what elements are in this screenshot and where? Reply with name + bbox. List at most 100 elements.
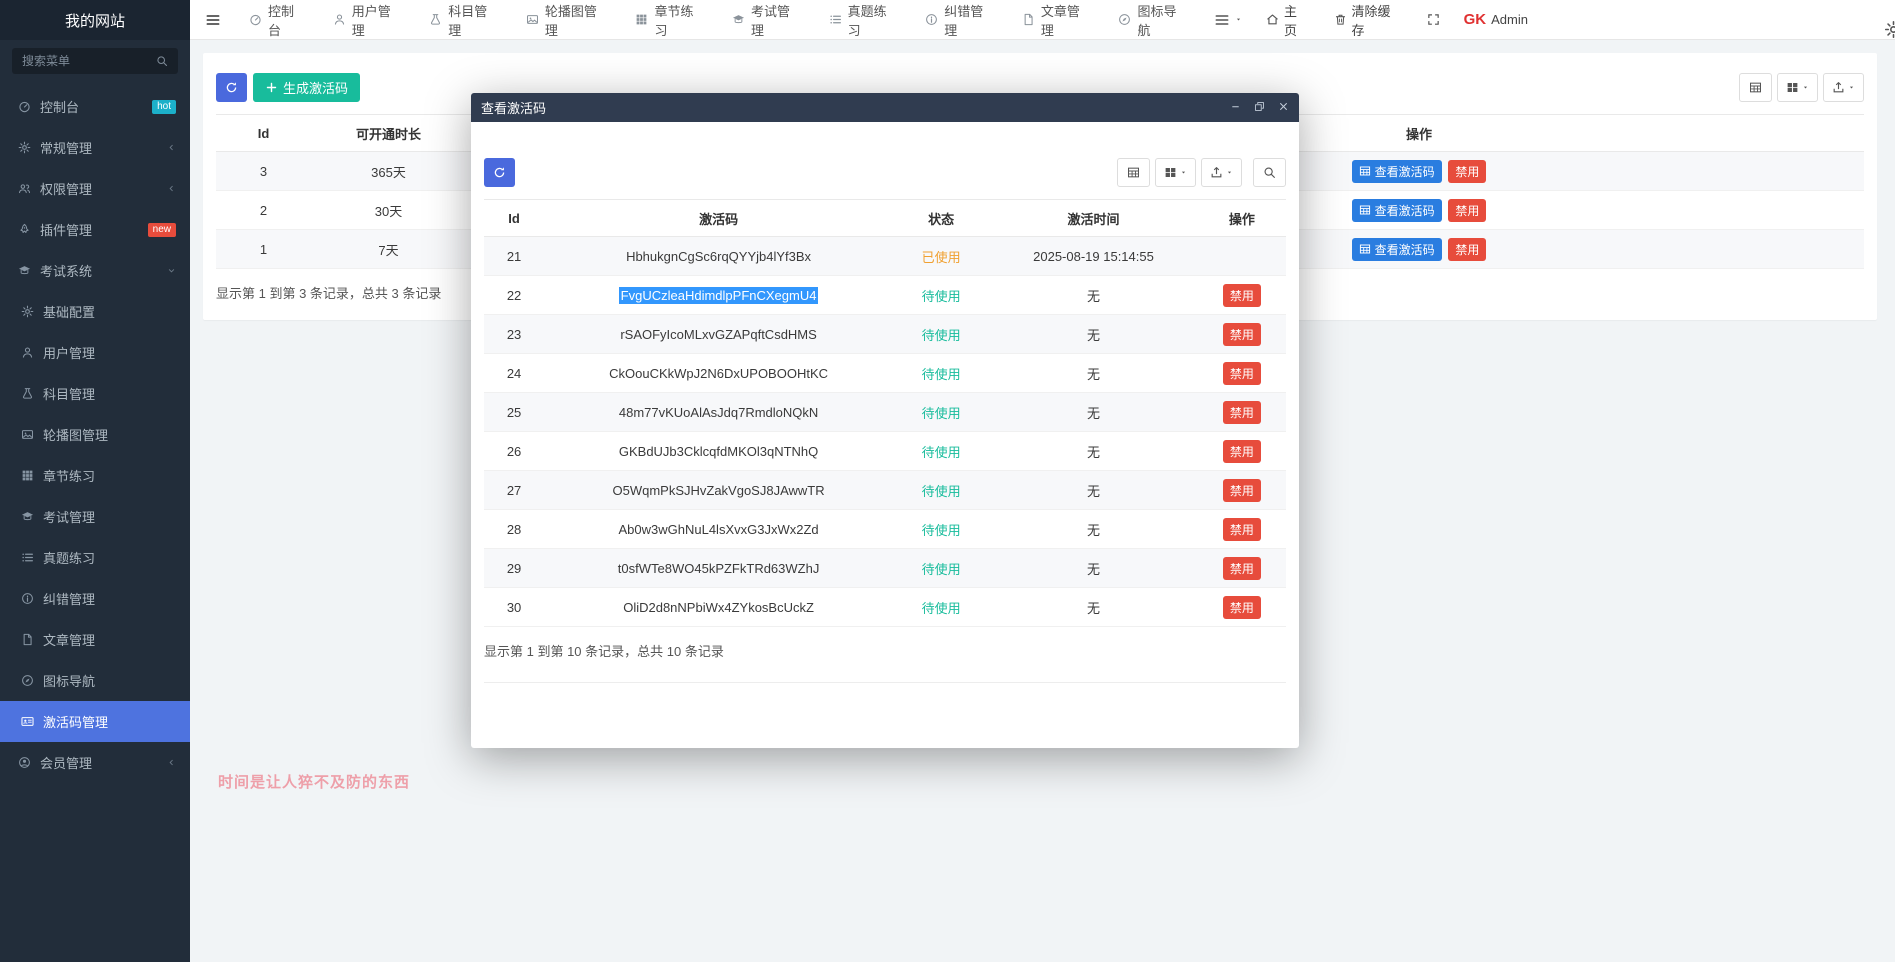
file-icon bbox=[1022, 13, 1035, 26]
sidebar-item[interactable]: 用户管理 bbox=[0, 332, 190, 373]
code-row[interactable]: 25 48m77vKUoAlAsJdq7RmdloNQkN 待使用 无 禁用 bbox=[484, 393, 1286, 432]
sidebar-item[interactable]: 文章管理 bbox=[0, 619, 190, 660]
disable-button[interactable]: 禁用 bbox=[1223, 284, 1261, 307]
sidebar-item[interactable]: 插件管理 new bbox=[0, 209, 190, 250]
sidebar-item[interactable]: 章节练习 bbox=[0, 455, 190, 496]
list-icon bbox=[829, 13, 842, 26]
toggle-view-button[interactable] bbox=[1117, 158, 1150, 187]
nav-tab[interactable]: 纠错管理 bbox=[912, 0, 1009, 39]
disable-button[interactable]: 禁用 bbox=[1223, 323, 1261, 346]
code-row[interactable]: 27 O5WqmPkSJHvZakVgoSJ8JAwwTR 待使用 无 禁用 bbox=[484, 471, 1286, 510]
disable-button[interactable]: 禁用 bbox=[1223, 401, 1261, 424]
disable-button[interactable]: 禁用 bbox=[1223, 596, 1261, 619]
disable-button[interactable]: 禁用 bbox=[1448, 199, 1486, 222]
sidebar-item[interactable]: 激活码管理 bbox=[0, 701, 190, 742]
disable-button[interactable]: 禁用 bbox=[1223, 557, 1261, 580]
sidebar-item[interactable]: 真题练习 bbox=[0, 537, 190, 578]
code-row[interactable]: 21 HbhukgnCgSc6rqQYYjb4lYf3Bx 已使用 2025-0… bbox=[484, 237, 1286, 276]
refresh-button[interactable] bbox=[216, 73, 247, 102]
nav-tab[interactable]: 轮播图管理 bbox=[513, 0, 623, 39]
sidebar-item[interactable]: 图标导航 bbox=[0, 660, 190, 701]
code-row[interactable]: 22 FvgUCzleaHdimdlpPFnCXegmU4 待使用 无 禁用 bbox=[484, 276, 1286, 315]
status-text: 待使用 bbox=[922, 601, 961, 616]
nav-tab[interactable]: 考试管理 bbox=[719, 0, 816, 39]
sidebar-item-label: 章节练习 bbox=[43, 466, 95, 485]
code-action-cell: 禁用 bbox=[1198, 588, 1286, 627]
nav-tab[interactable]: 文章管理 bbox=[1009, 0, 1106, 39]
nav-tab[interactable]: 章节练习 bbox=[622, 0, 719, 39]
minimize-button[interactable] bbox=[1230, 100, 1241, 115]
sidebar-item[interactable]: 权限管理 bbox=[0, 168, 190, 209]
view-codes-button[interactable]: 查看激活码 bbox=[1352, 160, 1442, 183]
export-dropdown-button[interactable] bbox=[1201, 158, 1242, 187]
sidebar-item[interactable]: 考试管理 bbox=[0, 496, 190, 537]
sidebar-item[interactable]: 会员管理 bbox=[0, 742, 190, 783]
code-row[interactable]: 23 rSAOFyIcoMLxvGZAPqftCsdHMS 待使用 无 禁用 bbox=[484, 315, 1286, 354]
plan-id-cell: 3 bbox=[216, 152, 311, 191]
clipped-edge-button[interactable] bbox=[1884, 10, 1895, 49]
activation-code: FvgUCzleaHdimdlpPFnCXegmU4 bbox=[619, 287, 819, 304]
columns-dropdown-button[interactable] bbox=[1777, 73, 1818, 102]
codes-header-row: Id 激活码 状态 激活时间 操作 bbox=[484, 200, 1286, 237]
nav-tab[interactable]: 图标导航 bbox=[1105, 0, 1202, 39]
columns-dropdown-button[interactable] bbox=[1155, 158, 1196, 187]
chevron-left-icon bbox=[167, 184, 176, 193]
col-duration: 可开通时长 bbox=[311, 115, 466, 152]
code-row[interactable]: 30 OliD2d8nNPbiWx4ZYkosBcUckZ 待使用 无 禁用 bbox=[484, 588, 1286, 627]
close-button[interactable] bbox=[1278, 100, 1289, 115]
disable-button[interactable]: 禁用 bbox=[1448, 238, 1486, 261]
member-icon bbox=[18, 756, 31, 769]
sidebar-item-label: 用户管理 bbox=[43, 343, 95, 362]
search-button[interactable] bbox=[1253, 158, 1286, 187]
nav-tab-label: 图标导航 bbox=[1137, 1, 1189, 39]
fullscreen-button[interactable] bbox=[1415, 0, 1452, 39]
status-text: 待使用 bbox=[922, 367, 961, 382]
code-action-cell: 禁用 bbox=[1198, 471, 1286, 510]
code-cell: HbhukgnCgSc6rqQYYjb4lYf3Bx bbox=[544, 237, 893, 276]
nav-tab[interactable]: 科目管理 bbox=[416, 0, 513, 39]
trash-icon bbox=[1334, 13, 1347, 26]
plan-spacer-cell bbox=[1494, 152, 1864, 191]
sidebar-toggle-button[interactable] bbox=[190, 0, 236, 39]
nav-tab[interactable]: 控制台 bbox=[236, 0, 320, 39]
sidebar-item[interactable]: 常规管理 bbox=[0, 127, 190, 168]
toggle-view-button[interactable] bbox=[1739, 73, 1772, 102]
code-row[interactable]: 28 Ab0w3wGhNuL4lsXvxG3JxWx2Zd 待使用 无 禁用 bbox=[484, 510, 1286, 549]
sidebar-item[interactable]: 纠错管理 bbox=[0, 578, 190, 619]
code-row[interactable]: 29 t0sfWTe8WO45kPZFkTRd63WZhJ 待使用 无 禁用 bbox=[484, 549, 1286, 588]
sidebar-item[interactable]: 科目管理 bbox=[0, 373, 190, 414]
nav-menu-dropdown[interactable] bbox=[1202, 0, 1254, 39]
sidebar-item[interactable]: 控制台 hot bbox=[0, 86, 190, 127]
nav-tab-label: 用户管理 bbox=[352, 1, 404, 39]
plan-spacer-cell bbox=[1494, 191, 1864, 230]
generate-codes-button[interactable]: 生成激活码 bbox=[253, 73, 360, 102]
disable-button[interactable]: 禁用 bbox=[1223, 479, 1261, 502]
view-codes-button[interactable]: 查看激活码 bbox=[1352, 238, 1442, 261]
disable-button[interactable]: 禁用 bbox=[1223, 362, 1261, 385]
menu-search-input[interactable] bbox=[22, 54, 150, 68]
activation-code: HbhukgnCgSc6rqQYYjb4lYf3Bx bbox=[626, 249, 811, 264]
code-time-cell: 无 bbox=[989, 588, 1198, 627]
maximize-button[interactable] bbox=[1254, 100, 1265, 115]
disable-button[interactable]: 禁用 bbox=[1223, 440, 1261, 463]
sidebar-item[interactable]: 轮播图管理 bbox=[0, 414, 190, 455]
nav-tab[interactable]: 用户管理 bbox=[320, 0, 417, 39]
sidebar-item[interactable]: 基础配置 bbox=[0, 291, 190, 332]
refresh-button[interactable] bbox=[484, 158, 515, 187]
clear-cache-link[interactable]: 清除缓存 bbox=[1322, 0, 1415, 39]
view-codes-dialog: 查看激活码 bbox=[471, 93, 1299, 748]
code-row[interactable]: 26 GKBdUJb3CklcqfdMKOl3qNTNhQ 待使用 无 禁用 bbox=[484, 432, 1286, 471]
nav-tab[interactable]: 真题练习 bbox=[816, 0, 913, 39]
view-codes-button[interactable]: 查看激活码 bbox=[1352, 199, 1442, 222]
code-row[interactable]: 24 CkOouCKkWpJ2N6DxUPOBOOHtKC 待使用 无 禁用 bbox=[484, 354, 1286, 393]
admin-menu[interactable]: GK Admin bbox=[1452, 0, 1540, 39]
code-cell: CkOouCKkWpJ2N6DxUPOBOOHtKC bbox=[544, 354, 893, 393]
chevron-left-icon bbox=[167, 758, 176, 767]
dialog-titlebar[interactable]: 查看激活码 bbox=[471, 93, 1299, 122]
sidebar-item[interactable]: 考试系统 bbox=[0, 250, 190, 291]
disable-button[interactable]: 禁用 bbox=[1223, 518, 1261, 541]
disable-button[interactable]: 禁用 bbox=[1448, 160, 1486, 183]
home-link[interactable]: 主页 bbox=[1254, 0, 1321, 39]
export-dropdown-button[interactable] bbox=[1823, 73, 1864, 102]
sidebar-item-label: 常规管理 bbox=[40, 138, 92, 157]
